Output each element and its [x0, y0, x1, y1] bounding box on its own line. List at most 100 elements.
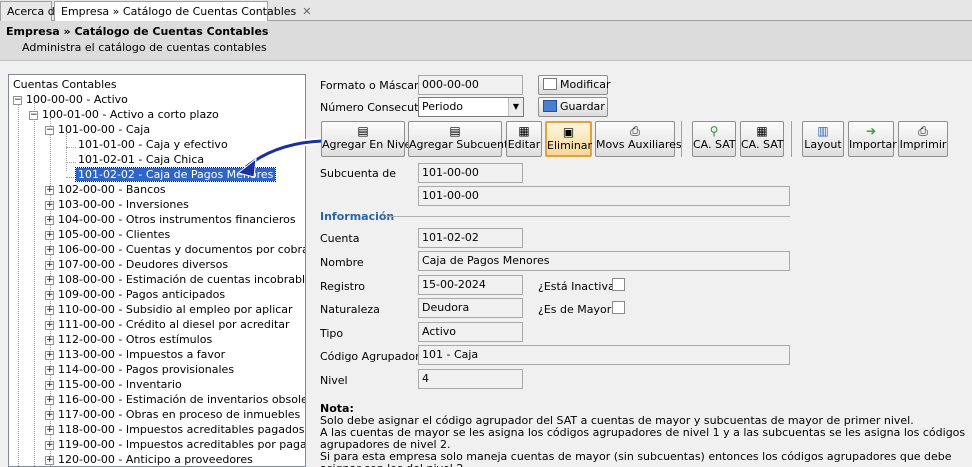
ca-sat-tree-button[interactable]: ⚲ CA. SAT	[692, 121, 736, 157]
expand-icon[interactable]: +	[45, 440, 54, 450]
tree-item[interactable]: −101-00-00 - Caja	[45, 122, 152, 137]
tree-label: 112-00-00 - Otros estímulos	[58, 333, 213, 346]
expand-icon[interactable]: +	[45, 230, 54, 240]
tree-item[interactable]: +110-00-00 - Subsidio al empleo por apli…	[45, 302, 295, 317]
expand-icon[interactable]: +	[45, 365, 54, 375]
tab-acerca-de[interactable]: Acerca de	[0, 1, 61, 21]
layout-button[interactable]: ▥ Layout	[802, 121, 844, 157]
expand-icon[interactable]: +	[45, 320, 54, 330]
add-child-icon: ▤	[449, 124, 461, 138]
tree-item[interactable]: +104-00-00 - Otros instrumentos financie…	[45, 212, 298, 227]
tree-item[interactable]: +115-00-00 - Inventario	[45, 377, 184, 392]
expand-icon[interactable]: +	[45, 410, 54, 420]
tree-label: 115-00-00 - Inventario	[58, 378, 182, 391]
note-line: A las cuentas de mayor se les asigna los…	[320, 426, 966, 451]
subcuenta-field: 101-00-00	[418, 163, 523, 183]
collapse-icon[interactable]: −	[13, 95, 22, 105]
nivel-field: 4	[418, 369, 523, 389]
agregar-subcuenta-button[interactable]: ▤ Agregar Subcuenta	[408, 121, 515, 157]
expand-icon[interactable]: +	[45, 455, 54, 465]
tree-item[interactable]: +117-00-00 - Obras en proceso de inmuebl…	[45, 407, 302, 422]
inactiva-checkbox[interactable]	[612, 278, 625, 291]
guardar-button[interactable]: Guardar	[538, 97, 608, 117]
tree-label: 116-00-00 - Estimación de inventarios ob…	[58, 393, 305, 406]
expand-icon[interactable]: +	[45, 290, 54, 300]
tree-item[interactable]: +112-00-00 - Otros estímulos	[45, 332, 214, 347]
tree-item[interactable]: +120-00-00 - Anticipo a proveedores	[45, 452, 255, 466]
tree-item[interactable]: +113-00-00 - Impuestos a favor	[45, 347, 227, 362]
tree-item[interactable]: +107-00-00 - Deudores diversos	[45, 257, 230, 272]
eliminar-button[interactable]: ▣ Eliminar	[545, 121, 592, 157]
editar-button[interactable]: ▦ Editar	[506, 121, 542, 157]
subcuenta-label: Subcuenta de	[320, 167, 396, 180]
button-label: Importar	[849, 138, 897, 151]
expand-icon[interactable]: +	[45, 200, 54, 210]
tree-line	[18, 103, 19, 466]
delete-icon: ▣	[562, 125, 575, 139]
expand-icon[interactable]: +	[45, 425, 54, 435]
tree-item[interactable]: +108-00-00 - Estimación de cuentas incob…	[45, 272, 306, 287]
tree-item[interactable]: +111-00-00 - Crédito al diesel por acred…	[45, 317, 292, 332]
tree-item[interactable]: +114-00-00 - Pagos provisionales	[45, 362, 236, 377]
movs-auxiliares-button[interactable]: ⎙ Movs Auxiliares	[595, 121, 682, 157]
expand-icon[interactable]: +	[45, 395, 54, 405]
tree-label: 108-00-00 - Estimación de cuentas incobr…	[58, 273, 306, 286]
button-label: Eliminar	[547, 139, 593, 152]
tree-item[interactable]: +103-00-00 - Inversiones	[45, 197, 191, 212]
ca-sat-list-button[interactable]: ▦ CA. SAT	[740, 121, 784, 157]
expand-icon[interactable]: +	[45, 185, 54, 195]
expand-icon[interactable]: +	[45, 350, 54, 360]
grid-icon: ▦	[756, 124, 768, 138]
tree-root[interactable]: Cuentas Contables	[11, 77, 119, 92]
tree-label: Cuentas Contables	[13, 78, 117, 91]
importar-button[interactable]: ➔ Importar	[848, 121, 897, 157]
agrupador-field: 101 - Caja	[418, 345, 790, 365]
tree-item[interactable]: −100-01-00 - Activo a corto plazo	[29, 107, 221, 122]
edit-icon: ▦	[518, 124, 530, 138]
tree-item[interactable]: +105-00-00 - Clientes	[45, 227, 172, 242]
nivel-label: Nivel	[320, 374, 348, 387]
button-label: Modificar	[560, 78, 611, 91]
cuenta-label: Cuenta	[320, 232, 360, 245]
nombre-label: Nombre	[320, 256, 364, 269]
tree-label: 107-00-00 - Deudores diversos	[58, 258, 229, 271]
collapse-icon[interactable]: −	[45, 125, 54, 135]
arrow-right-icon: ➔	[865, 124, 877, 138]
tree-item[interactable]: 101-02-01 - Caja Chica	[76, 152, 206, 167]
expand-icon[interactable]: +	[45, 260, 54, 270]
tab-catalogo[interactable]: Empresa » Catálogo de Cuentas Contables ✕	[54, 1, 311, 21]
tree-label: 101-02-01 - Caja Chica	[78, 153, 205, 166]
tree-item[interactable]: +102-00-00 - Bancos	[45, 182, 168, 197]
button-label: CA. SAT	[693, 138, 736, 151]
imprimir-button[interactable]: ⎙ Imprimir	[898, 121, 948, 157]
tree-line	[66, 133, 67, 171]
tree-item[interactable]: −100-00-00 - Activo	[13, 92, 130, 107]
tree-label: 120-00-00 - Anticipo a proveedores	[58, 453, 253, 466]
tab-bar: Acerca de Empresa » Catálogo de Cuentas …	[0, 0, 972, 21]
tree-item[interactable]: +106-00-00 - Cuentas y documentos por co…	[45, 242, 305, 257]
mayor-checkbox[interactable]	[612, 301, 625, 314]
button-label: Editar	[507, 138, 541, 151]
expand-icon[interactable]: +	[45, 335, 54, 345]
tree-item[interactable]: +118-00-00 - Impuestos acreditables paga…	[45, 422, 305, 437]
expand-icon[interactable]: +	[45, 275, 54, 285]
page-header: Empresa » Catálogo de Cuentas Contables …	[0, 21, 972, 61]
expand-icon[interactable]: +	[45, 380, 54, 390]
formato-field: 000-00-00	[418, 75, 523, 95]
tree-item[interactable]: +116-00-00 - Estimación de inventarios o…	[45, 392, 305, 407]
expand-icon[interactable]: +	[45, 245, 54, 255]
tree-label: 104-00-00 - Otros instrumentos financier…	[58, 213, 296, 226]
expand-icon[interactable]: +	[45, 305, 54, 315]
expand-icon[interactable]: +	[45, 215, 54, 225]
tree-item[interactable]: +109-00-00 - Pagos anticipados	[45, 287, 227, 302]
consecutivo-select[interactable]: Periodo ▼	[418, 97, 524, 117]
tree-line	[66, 162, 76, 163]
agregar-nivel-button[interactable]: ▤ Agregar En Nivel	[321, 121, 414, 157]
modificar-button[interactable]: Modificar	[538, 75, 611, 95]
tree-item[interactable]: 101-01-00 - Caja y efectivo	[76, 137, 230, 152]
save-icon	[543, 100, 557, 112]
tree-line	[34, 103, 35, 466]
collapse-icon[interactable]: −	[29, 110, 38, 120]
tree-item[interactable]: +119-00-00 - Impuestos acreditables por …	[45, 437, 305, 452]
close-icon[interactable]: ✕	[302, 5, 311, 18]
